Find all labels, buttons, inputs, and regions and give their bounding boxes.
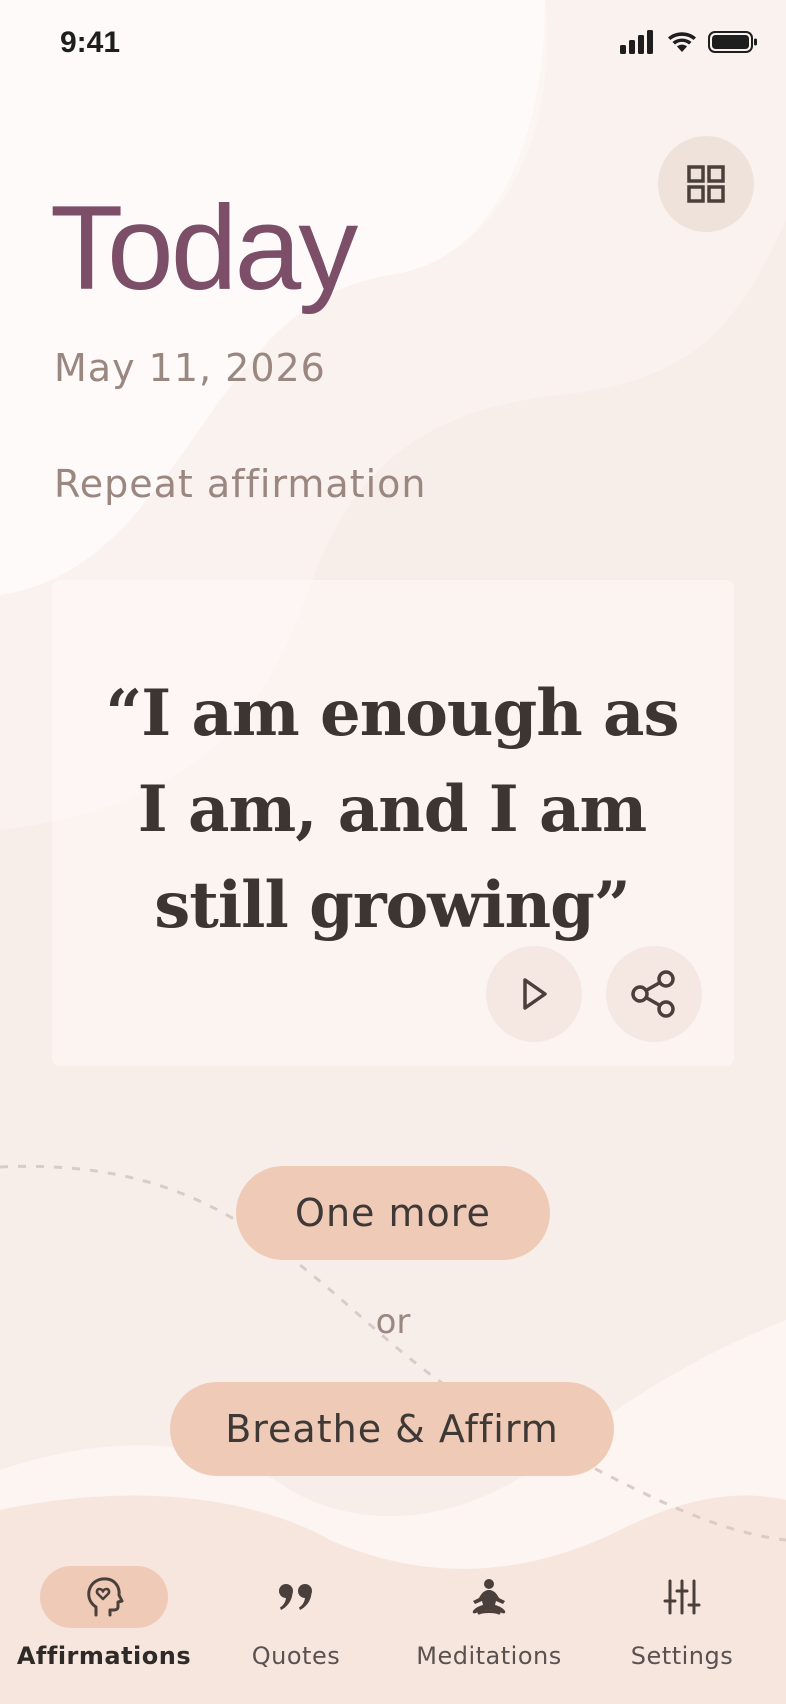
- nav-label-meditations: Meditations: [416, 1642, 562, 1670]
- cellular-signal-icon: [620, 30, 653, 54]
- status-bar: 9:41: [0, 0, 786, 92]
- grid-view-button[interactable]: [658, 136, 754, 232]
- nav-item-affirmations[interactable]: Affirmations: [0, 1550, 196, 1670]
- or-label: or: [375, 1302, 411, 1342]
- share-icon: [631, 970, 675, 1018]
- nav-label-settings: Settings: [630, 1642, 734, 1670]
- affirmation-text: “I am enough as I am, and I am still gro…: [105, 676, 679, 943]
- battery-icon: [708, 31, 757, 53]
- play-icon: [523, 978, 547, 1010]
- nav-item-quotes[interactable]: Quotes: [192, 1550, 388, 1670]
- bottom-navigation: Affirmations Quotes Meditations Settings: [0, 1550, 786, 1704]
- nav-item-indicator: [425, 1566, 553, 1628]
- app-screen: 9:41 Today May 11, 2026 Repeat affirmati…: [0, 0, 786, 1704]
- one-more-button[interactable]: One more: [236, 1166, 550, 1260]
- status-icons: [620, 30, 758, 54]
- status-time: 9:41: [60, 26, 121, 59]
- nav-item-indicator: [40, 1566, 168, 1628]
- section-label: Repeat affirmation: [54, 462, 427, 506]
- quote-icon: [279, 1584, 312, 1610]
- nav-label-quotes: Quotes: [251, 1642, 341, 1670]
- sliders-icon: [663, 1579, 701, 1615]
- wifi-icon: [668, 32, 696, 52]
- nav-item-settings[interactable]: Settings: [578, 1550, 774, 1670]
- nav-item-indicator: [618, 1566, 746, 1628]
- play-button[interactable]: [486, 946, 582, 1042]
- share-button[interactable]: [606, 946, 702, 1042]
- grid-icon: [687, 165, 725, 203]
- nav-item-indicator: [232, 1566, 360, 1628]
- head-heart-icon: [87, 1577, 124, 1617]
- page-date: May 11, 2026: [54, 346, 326, 390]
- breathe-affirm-button[interactable]: Breathe & Affirm: [170, 1382, 614, 1476]
- meditation-icon: [472, 1579, 506, 1615]
- page-title: Today: [50, 181, 358, 315]
- affirmation-card: “I am enough as I am, and I am still gro…: [52, 580, 734, 1066]
- nav-label-affirmations: Affirmations: [16, 1642, 192, 1670]
- nav-item-meditations[interactable]: Meditations: [385, 1550, 581, 1670]
